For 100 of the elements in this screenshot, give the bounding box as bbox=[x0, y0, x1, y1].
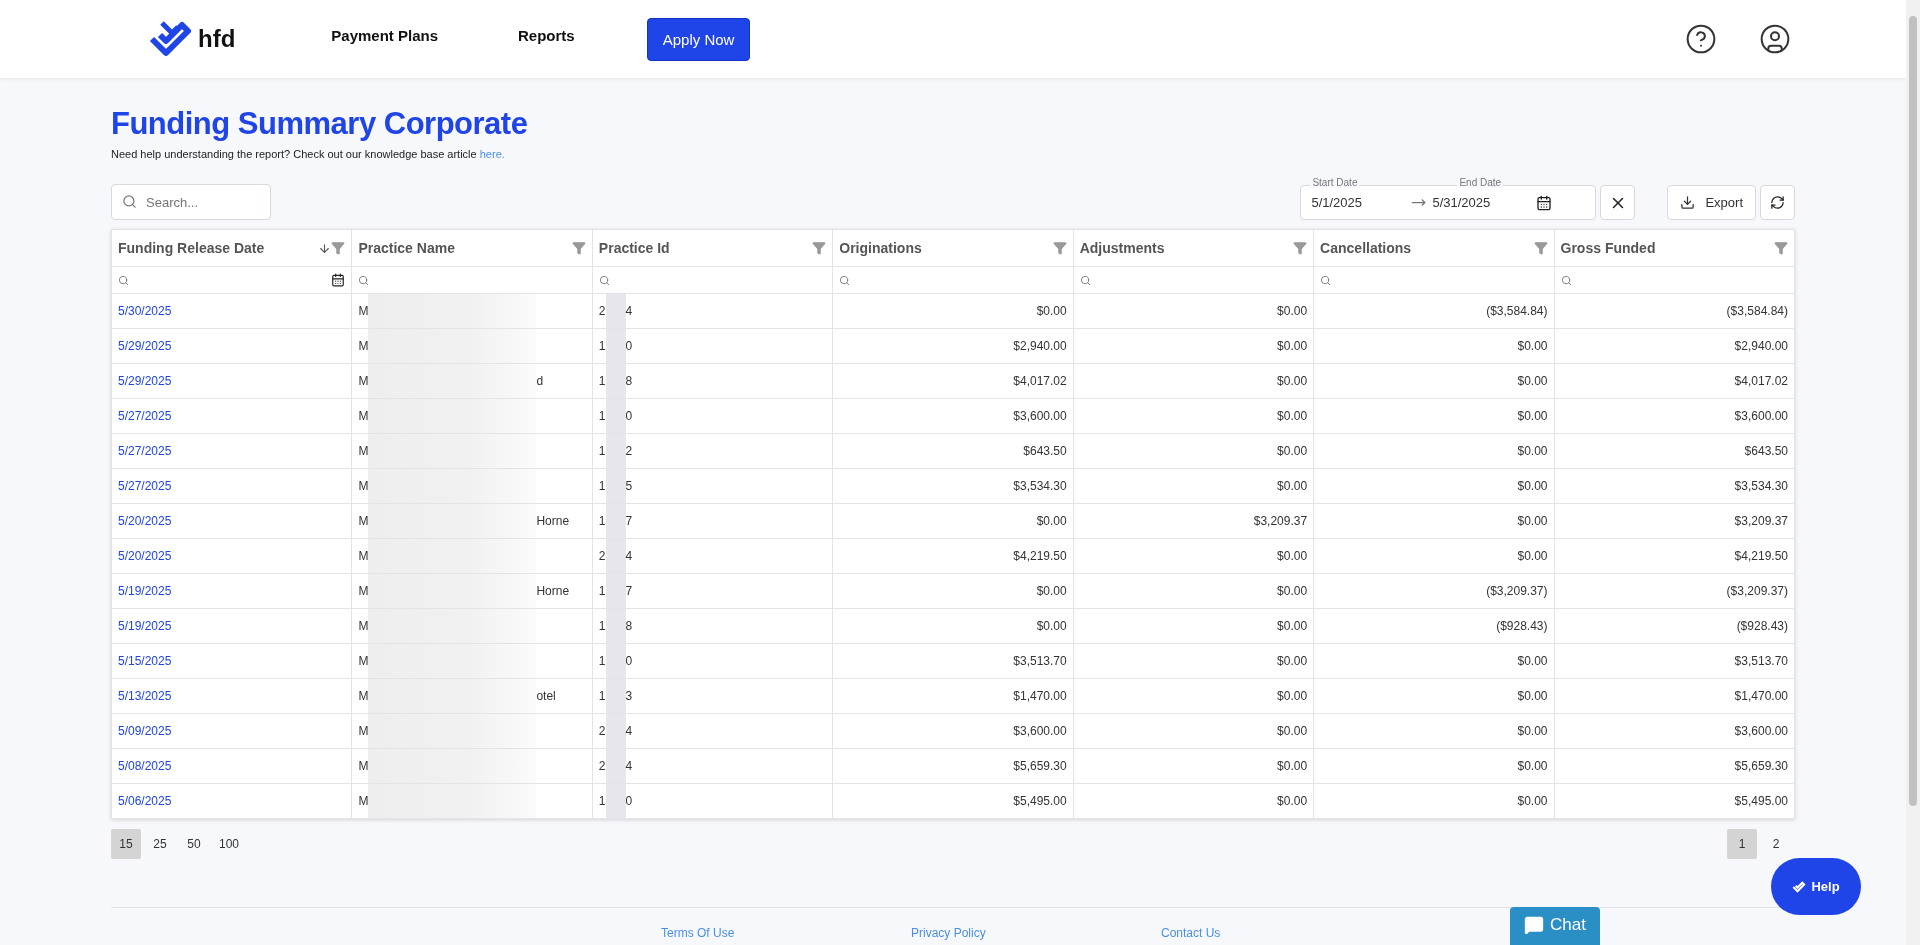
table-cell: ($3,209.37) bbox=[1554, 573, 1795, 609]
practice-id-end: 7 bbox=[625, 584, 633, 598]
date-link[interactable]: 5/06/2025 bbox=[118, 794, 172, 808]
practice-name-start: M bbox=[358, 654, 369, 668]
table-cell: $3,600.00 bbox=[832, 398, 1074, 434]
date-link[interactable]: 5/15/2025 bbox=[118, 654, 172, 668]
date-link[interactable]: 5/20/2025 bbox=[118, 549, 172, 563]
page-size-option[interactable]: 15 bbox=[111, 829, 141, 859]
date-link[interactable]: 5/13/2025 bbox=[118, 689, 172, 703]
page-number[interactable]: 1 bbox=[1727, 829, 1757, 859]
table-cell: $643.50 bbox=[1554, 433, 1795, 469]
table-cell: $0.00 bbox=[1073, 643, 1314, 679]
practice-id-end: 4 bbox=[625, 759, 633, 773]
search-icon[interactable] bbox=[1560, 274, 1572, 286]
page-size-option[interactable]: 100 bbox=[213, 829, 246, 859]
filter-icon[interactable] bbox=[812, 241, 827, 255]
practice-id-end: 2 bbox=[625, 444, 633, 458]
table-cell: ($3,584.84) bbox=[1313, 293, 1555, 329]
date-range-field[interactable]: 5/1/2025 5/31/2025 bbox=[1300, 185, 1597, 220]
practice-name-start: M bbox=[358, 689, 369, 703]
calendar-icon[interactable] bbox=[331, 273, 346, 287]
table-cell: $0.00 bbox=[1313, 748, 1555, 784]
help-icon[interactable] bbox=[1685, 23, 1717, 55]
search-icon bbox=[122, 194, 137, 209]
practice-id-start: 1 bbox=[598, 339, 606, 353]
nav-link[interactable]: Payment Plans bbox=[331, 26, 439, 44]
date-link[interactable]: 5/19/2025 bbox=[118, 619, 172, 633]
apply-now-button[interactable]: Apply Now bbox=[646, 17, 751, 61]
table-cell: $3,600.00 bbox=[832, 713, 1074, 749]
search-icon[interactable] bbox=[118, 274, 129, 286]
chat-button[interactable]: Chat bbox=[1510, 907, 1600, 945]
practice-id-end: 7 bbox=[625, 514, 633, 528]
practice-id-end: 0 bbox=[625, 794, 633, 808]
practice-id-start: 1 bbox=[598, 514, 606, 528]
filter-icon[interactable] bbox=[1052, 241, 1067, 255]
column-header[interactable]: Practice Id bbox=[592, 229, 833, 267]
filter-icon[interactable] bbox=[1293, 241, 1308, 255]
clear-button[interactable] bbox=[1600, 185, 1636, 220]
refresh-button[interactable] bbox=[1760, 185, 1795, 220]
calendar-icon[interactable] bbox=[1536, 194, 1553, 211]
page-number[interactable]: 2 bbox=[1761, 829, 1791, 859]
date-link[interactable]: 5/29/2025 bbox=[118, 374, 172, 388]
table-cell: $0.00 bbox=[1313, 713, 1555, 749]
table-cell: $643.50 bbox=[832, 433, 1074, 469]
search-icon[interactable] bbox=[598, 274, 610, 286]
table-cell: $0.00 bbox=[1313, 678, 1555, 714]
table-cell: $0.00 bbox=[1073, 608, 1314, 644]
search-icon[interactable] bbox=[1079, 274, 1091, 286]
column-header[interactable]: Cancellations bbox=[1313, 229, 1555, 267]
date-link[interactable]: 5/09/2025 bbox=[118, 724, 172, 738]
table-cell: ($3,584.84) bbox=[1554, 293, 1795, 329]
search-field[interactable]: Search... bbox=[111, 184, 271, 220]
date-link[interactable]: 5/20/2025 bbox=[118, 514, 172, 528]
help-button[interactable]: Help bbox=[1771, 858, 1861, 915]
nav-link[interactable]: Reports bbox=[518, 26, 575, 44]
practice-name-start: M bbox=[358, 619, 369, 633]
scrollbar[interactable] bbox=[1906, 0, 1920, 945]
table-cell: $4,017.02 bbox=[832, 363, 1074, 399]
date-link[interactable]: 5/27/2025 bbox=[118, 444, 172, 458]
search-icon[interactable] bbox=[839, 274, 851, 286]
date-link[interactable]: 5/29/2025 bbox=[118, 339, 172, 353]
sort-arrow-icon[interactable] bbox=[318, 241, 332, 255]
column-header[interactable]: Gross Funded bbox=[1554, 229, 1795, 267]
table-cell: $3,534.30 bbox=[1554, 468, 1795, 504]
column-header[interactable]: Funding Release Date bbox=[111, 229, 352, 267]
end-date-value: 5/31/2025 bbox=[1432, 195, 1492, 210]
filter-icon[interactable] bbox=[1774, 241, 1788, 255]
practice-name-start: M bbox=[358, 584, 369, 598]
user-icon[interactable] bbox=[1759, 23, 1791, 55]
practice-id-end: 8 bbox=[625, 619, 633, 633]
search-icon[interactable] bbox=[358, 274, 370, 286]
practice-name-start: M bbox=[358, 549, 369, 563]
column-header[interactable]: Originations bbox=[832, 229, 1074, 267]
table-cell: $0.00 bbox=[1313, 363, 1555, 399]
column-header[interactable]: Practice Name bbox=[351, 229, 593, 267]
filter-icon[interactable] bbox=[1533, 241, 1548, 255]
page-size-option[interactable]: 25 bbox=[145, 829, 175, 859]
practice-id-start: 1 bbox=[598, 794, 606, 808]
practice-id-start: 2 bbox=[598, 724, 606, 738]
date-link[interactable]: 5/27/2025 bbox=[118, 409, 172, 423]
logo-icon bbox=[1792, 880, 1807, 893]
table-cell: $0.00 bbox=[1313, 783, 1555, 819]
practice-name-start: M bbox=[358, 759, 369, 773]
date-link[interactable]: 5/30/2025 bbox=[118, 304, 172, 318]
export-button[interactable]: Export bbox=[1667, 185, 1756, 220]
practice-id-end: 0 bbox=[625, 409, 633, 423]
date-link[interactable]: 5/27/2025 bbox=[118, 479, 172, 493]
practice-id-end: 5 bbox=[625, 479, 633, 493]
date-link[interactable]: 5/19/2025 bbox=[118, 584, 172, 598]
search-icon[interactable] bbox=[1320, 274, 1332, 286]
date-link[interactable]: 5/08/2025 bbox=[118, 759, 172, 773]
table-cell: $2,940.00 bbox=[1554, 328, 1795, 364]
filter-icon[interactable] bbox=[571, 241, 586, 255]
practice-id-end: 0 bbox=[625, 339, 633, 353]
start-date-label: Start Date bbox=[1310, 177, 1360, 188]
table-cell: $4,017.02 bbox=[1554, 363, 1795, 399]
column-header[interactable]: Adjustments bbox=[1073, 229, 1314, 267]
logo-text: hfd bbox=[198, 25, 236, 53]
page-size-option[interactable]: 50 bbox=[179, 829, 209, 859]
table-cell: $1,470.00 bbox=[832, 678, 1074, 714]
